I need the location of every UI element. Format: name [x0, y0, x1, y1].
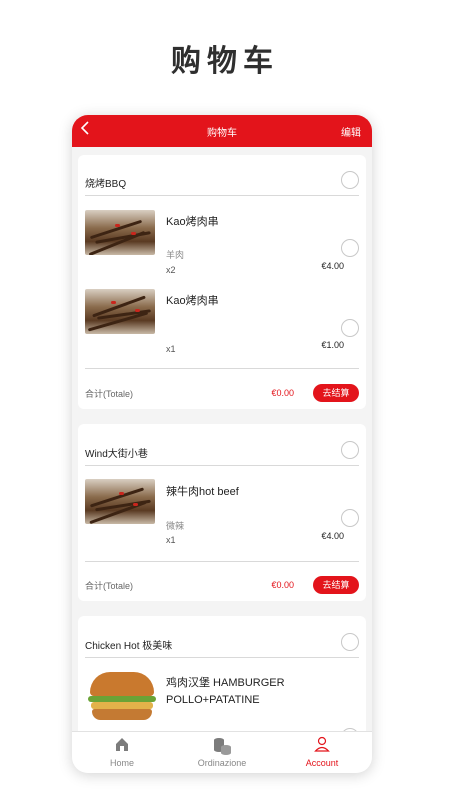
- divider: [85, 561, 359, 562]
- item-spec: 羊肉: [166, 250, 185, 260]
- store-name: 烧烤BBQ: [85, 179, 127, 190]
- item-select-checkbox[interactable]: [341, 319, 359, 337]
- item-name: Kao烤肉串: [166, 216, 219, 228]
- header-title: 购物车: [207, 128, 237, 139]
- total-label: 合计(Totale): [85, 389, 134, 399]
- home-icon: [114, 736, 130, 757]
- item-price: €4.00: [321, 531, 344, 541]
- total-amount: €0.00: [271, 580, 294, 590]
- user-icon: [314, 736, 330, 757]
- store-card: 烧烤BBQ Kao烤肉串 羊肉 x2 €4.00 Kao烤肉串 x1 €1.00…: [78, 155, 366, 409]
- top-bar: 购物车 编辑: [72, 115, 372, 147]
- divider: [85, 368, 359, 369]
- item-price: €4.00: [321, 261, 344, 271]
- item-quantity: x1: [166, 535, 176, 545]
- cart-list[interactable]: 烧烤BBQ Kao烤肉串 羊肉 x2 €4.00 Kao烤肉串 x1 €1.00…: [72, 147, 372, 731]
- bottom-tab-bar: Home Ordinazione Account: [72, 731, 372, 773]
- tab-account[interactable]: Account: [272, 732, 372, 773]
- item-quantity: x1: [166, 344, 176, 354]
- item-quantity: x2: [166, 265, 176, 275]
- divider: [85, 465, 359, 466]
- item-select-checkbox[interactable]: [341, 509, 359, 527]
- item-price: €1.00: [321, 340, 344, 350]
- divider: [85, 657, 359, 658]
- item-spec: 微辣: [166, 521, 185, 531]
- item-name: 辣牛肉hot beef: [166, 486, 239, 498]
- store-select-checkbox[interactable]: [341, 633, 359, 651]
- store-select-checkbox[interactable]: [341, 441, 359, 459]
- item-name-line-2: POLLO+PATATINE: [166, 694, 260, 706]
- tab-home-label: Home: [109, 758, 134, 768]
- item-name-line-1: 鸡肉汉堡 HAMBURGER: [166, 677, 285, 689]
- store-select-checkbox[interactable]: [341, 171, 359, 189]
- product-image: [85, 210, 155, 255]
- item-select-checkbox[interactable]: [341, 239, 359, 257]
- divider: [85, 195, 359, 196]
- store-card: Chicken Hot 极美味 鸡肉汉堡 HAMBURGER POLLO+PAT…: [78, 616, 366, 731]
- store-card: Wind大街小巷 辣牛肉hot beef 微辣 x1 €4.00 合计(Tota…: [78, 424, 366, 601]
- tab-account-label: Account: [305, 758, 339, 768]
- total-label: 合计(Totale): [85, 581, 134, 591]
- phone-frame: 购物车 编辑 烧烤BBQ Kao烤肉串 羊肉 x2 €4.00 Kao烤肉串 x…: [72, 115, 372, 773]
- page-title: 购物车: [171, 45, 279, 78]
- tab-home[interactable]: Home: [72, 732, 172, 773]
- store-name: Chicken Hot 极美味: [85, 641, 173, 652]
- product-image: [88, 670, 156, 722]
- product-image: [85, 479, 155, 524]
- edit-button[interactable]: 编辑: [341, 124, 361, 139]
- checkout-button[interactable]: 去结算: [313, 384, 359, 402]
- tab-ordinazione-label: Ordinazione: [197, 758, 247, 768]
- store-name: Wind大街小巷: [85, 449, 148, 460]
- product-image: [85, 289, 155, 334]
- total-amount: €0.00: [271, 388, 294, 398]
- tab-ordinazione[interactable]: Ordinazione: [172, 732, 272, 773]
- item-name: Kao烤肉串: [166, 295, 219, 307]
- checkout-button[interactable]: 去结算: [313, 576, 359, 594]
